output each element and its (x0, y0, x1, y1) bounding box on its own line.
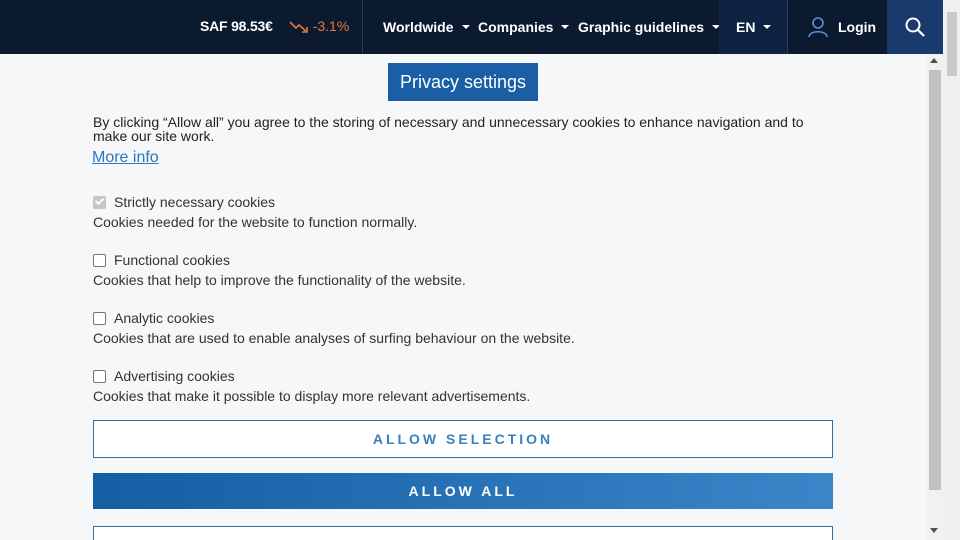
option-strictly-necessary-row: Strictly necessary cookies (93, 193, 417, 211)
allow-all-button[interactable]: ALLOW ALL (93, 473, 833, 509)
analytic-checkbox[interactable] (93, 311, 106, 325)
option-label: Functional cookies (114, 252, 230, 268)
stock-price: SAF 98.53€ (200, 18, 273, 34)
option-label: Strictly necessary cookies (114, 194, 276, 210)
strictly-necessary-checkbox (93, 195, 106, 209)
option-description: Cookies that are used to enable analyses… (93, 330, 575, 346)
nav-worldwide-label: Worldwide (383, 19, 454, 35)
scrollbar-thumb[interactable] (929, 70, 941, 490)
nav-worldwide[interactable]: Worldwide (383, 19, 470, 35)
nav-graphic-guidelines-label: Graphic guidelines (578, 19, 705, 35)
option-label: Analytic cookies (114, 310, 215, 326)
stock-change: -3.1% (312, 18, 350, 34)
option-functional-row[interactable]: Functional cookies (93, 251, 466, 269)
allow-selection-button[interactable]: ALLOW SELECTION (93, 420, 833, 458)
privacy-settings-title: Privacy settings (388, 63, 538, 101)
option-description: Cookies needed for the website to functi… (93, 214, 418, 230)
stock-ticker: SAF 98.53€ -3.1% (200, 18, 349, 34)
language-label: EN (736, 19, 756, 35)
search-icon (905, 17, 925, 37)
nav-divider (362, 0, 363, 54)
privacy-intro-text: By clicking “Allow all” you agree to the… (93, 114, 804, 144)
option-analytic: Analytic cookies Cookies that are used t… (93, 309, 575, 346)
chevron-down-icon (461, 25, 470, 29)
deny-button[interactable]: DENY (93, 526, 833, 540)
option-advertising: Advertising cookies Cookies that make it… (93, 367, 530, 404)
nav-graphic-guidelines[interactable]: Graphic guidelines (578, 19, 721, 35)
option-analytic-row[interactable]: Analytic cookies (93, 309, 575, 327)
trend-down-icon (289, 21, 308, 33)
option-functional: Functional cookies Cookies that help to … (93, 251, 466, 288)
chevron-down-icon (561, 25, 570, 29)
option-label: Advertising cookies (114, 368, 235, 384)
top-navigation-bar: SAF 98.53€ -3.1% Worldwide Companies Gra… (0, 0, 960, 54)
nav-companies-label: Companies (478, 19, 554, 35)
advertising-checkbox[interactable] (93, 369, 106, 383)
option-advertising-row[interactable]: Advertising cookies (93, 367, 530, 385)
scroll-up-arrow-icon[interactable] (930, 58, 938, 63)
scroll-down-arrow-icon[interactable] (930, 528, 938, 533)
page-scrollbar-thumb[interactable] (947, 12, 957, 76)
option-strictly-necessary: Strictly necessary cookies Cookies neede… (93, 193, 417, 230)
login-label: Login (838, 19, 877, 35)
user-icon (808, 17, 828, 38)
option-description: Cookies that help to improve the functio… (93, 272, 466, 288)
page-scrollbar[interactable] (943, 0, 960, 540)
nav-companies[interactable]: Companies (478, 19, 570, 35)
functional-checkbox[interactable] (93, 253, 106, 267)
chevron-down-icon (763, 25, 772, 29)
language-selector[interactable]: EN (736, 19, 772, 35)
option-description: Cookies that make it possible to display… (93, 388, 531, 404)
more-info-link[interactable]: More info (92, 149, 159, 167)
